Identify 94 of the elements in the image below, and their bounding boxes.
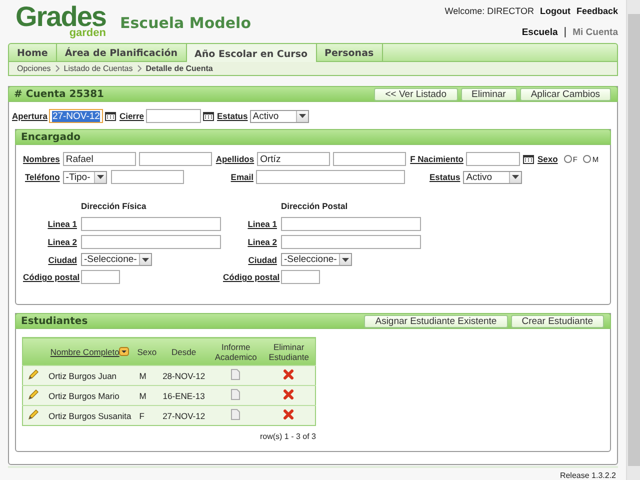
field-label: Linea 2 [46, 237, 77, 247]
panel-title: Estudiantes [21, 316, 88, 326]
date-field[interactable] [146, 109, 202, 123]
action-button[interactable]: Eliminar [460, 88, 517, 100]
logo-subtitle: garden [69, 28, 106, 38]
field-label: Código postal [223, 272, 277, 282]
panel-title: Encargado [21, 132, 80, 142]
separator: | [564, 26, 567, 38]
action-button[interactable]: << Ver Listado [374, 88, 458, 100]
header-link[interactable]: Feedback [576, 6, 618, 16]
text-field[interactable] [81, 235, 221, 249]
action-button[interactable]: Crear Estudiante [510, 314, 604, 328]
table-cell: F [135, 406, 159, 426]
table-cell: 27-NOV-12 [158, 406, 210, 426]
breadcrumb-item[interactable]: Opciones [17, 64, 51, 73]
text-field[interactable] [281, 235, 421, 249]
delete-icon[interactable] [283, 389, 294, 400]
scrollbar[interactable] [626, 0, 640, 480]
select-value: Activo [252, 110, 279, 122]
chevron-icon [54, 65, 60, 72]
select-field[interactable]: -Tipo- [62, 170, 107, 184]
text-field[interactable] [256, 170, 406, 184]
table-cell: 16-ENE-13 [158, 386, 210, 406]
text-field[interactable]: Ortíz [257, 152, 330, 166]
select-value: -Seleccione- [284, 254, 337, 265]
field-label: Cierre [119, 111, 144, 121]
field-label: Linea 2 [246, 237, 277, 247]
radio-button[interactable] [564, 155, 572, 163]
date-field[interactable] [466, 152, 520, 166]
select-field[interactable]: -Seleccione- [281, 253, 352, 266]
field-label: Email [230, 172, 254, 182]
pencil-icon[interactable] [28, 409, 40, 420]
field-label: Nombres [23, 154, 60, 164]
pagination-text: row(s) 1 - 3 of 3 [260, 432, 316, 441]
text-field[interactable] [281, 270, 320, 284]
select-field[interactable]: Activo [250, 110, 309, 122]
calendar-icon[interactable] [203, 111, 214, 121]
pencil-icon[interactable] [28, 369, 40, 380]
table-cell: Ortiz Burgos Juan [44, 366, 136, 386]
sort-icon[interactable] [119, 347, 130, 356]
column-header: Desde [158, 338, 210, 366]
column-header: Sexo [135, 338, 159, 366]
text-field[interactable] [81, 217, 221, 231]
text-field[interactable] [138, 152, 212, 166]
school-name: Escuela Modelo [120, 14, 251, 34]
text-field[interactable] [281, 217, 421, 231]
date-field[interactable]: 27-NOV-12 [49, 109, 104, 123]
welcome-text: Welcome: DIRECTOR [444, 6, 534, 16]
field-label: F Nacimiento [410, 154, 464, 164]
select-value: -Seleccione- [84, 254, 137, 265]
select-value: -Tipo- [66, 172, 90, 182]
table-cell: Ortiz Burgos Susanita [44, 406, 136, 426]
field-label: Ciudad [247, 254, 277, 264]
field-label: Linea 1 [246, 219, 277, 229]
calendar-icon[interactable] [105, 111, 116, 121]
delete-icon[interactable] [283, 369, 294, 380]
table-cell: Ortiz Burgos Mario [44, 386, 136, 406]
panel-title: # Cuenta 25381 [14, 88, 104, 100]
field-label: Sexo [537, 154, 558, 164]
action-button[interactable]: Asignar Estudiante Existente [364, 314, 508, 328]
calendar-icon[interactable] [523, 154, 534, 164]
field-label: Apertura [12, 111, 48, 121]
breadcrumb-item[interactable]: Listado de Cuentas [64, 64, 133, 73]
radio-button[interactable] [583, 155, 592, 163]
table-cell: M [135, 386, 159, 406]
column-header: Eliminar Estudiante [262, 338, 316, 366]
field-label: Ciudad [47, 254, 77, 264]
table-cell: 28-NOV-12 [158, 366, 210, 386]
release-text: Release 1.3.2.2 [560, 471, 616, 480]
field-label: Código postal [23, 272, 77, 282]
select-field[interactable]: Activo [463, 170, 522, 184]
section-heading: Dirección Postal [281, 201, 349, 211]
select-value: Activo [466, 172, 492, 182]
chevron-icon [136, 65, 142, 72]
field-label: Teléfono [25, 172, 60, 182]
column-header: Informe Academico [209, 338, 263, 366]
text-field[interactable] [333, 152, 406, 166]
section-heading: Dirección Física [81, 201, 148, 211]
select-field[interactable]: -Seleccione- [81, 253, 152, 266]
field-label: Estatus [217, 111, 248, 121]
context-link[interactable]: Mi Cuenta [572, 26, 618, 38]
text-field[interactable] [110, 170, 184, 184]
pencil-icon[interactable] [28, 389, 40, 400]
delete-icon[interactable] [283, 409, 294, 420]
action-button[interactable]: Aplicar Cambios [520, 88, 611, 100]
text-field[interactable] [81, 270, 120, 284]
breadcrumb-item: Detalle de Cuenta [146, 64, 213, 73]
header-link[interactable]: Logout [540, 6, 570, 16]
text-field[interactable]: Rafael [62, 152, 136, 166]
field-label: Estatus [429, 172, 460, 182]
table-cell: M [135, 366, 159, 386]
field-label: Linea 1 [46, 219, 77, 229]
context-link[interactable]: Escuela [522, 26, 558, 38]
field-label: Apellidos [216, 154, 254, 164]
